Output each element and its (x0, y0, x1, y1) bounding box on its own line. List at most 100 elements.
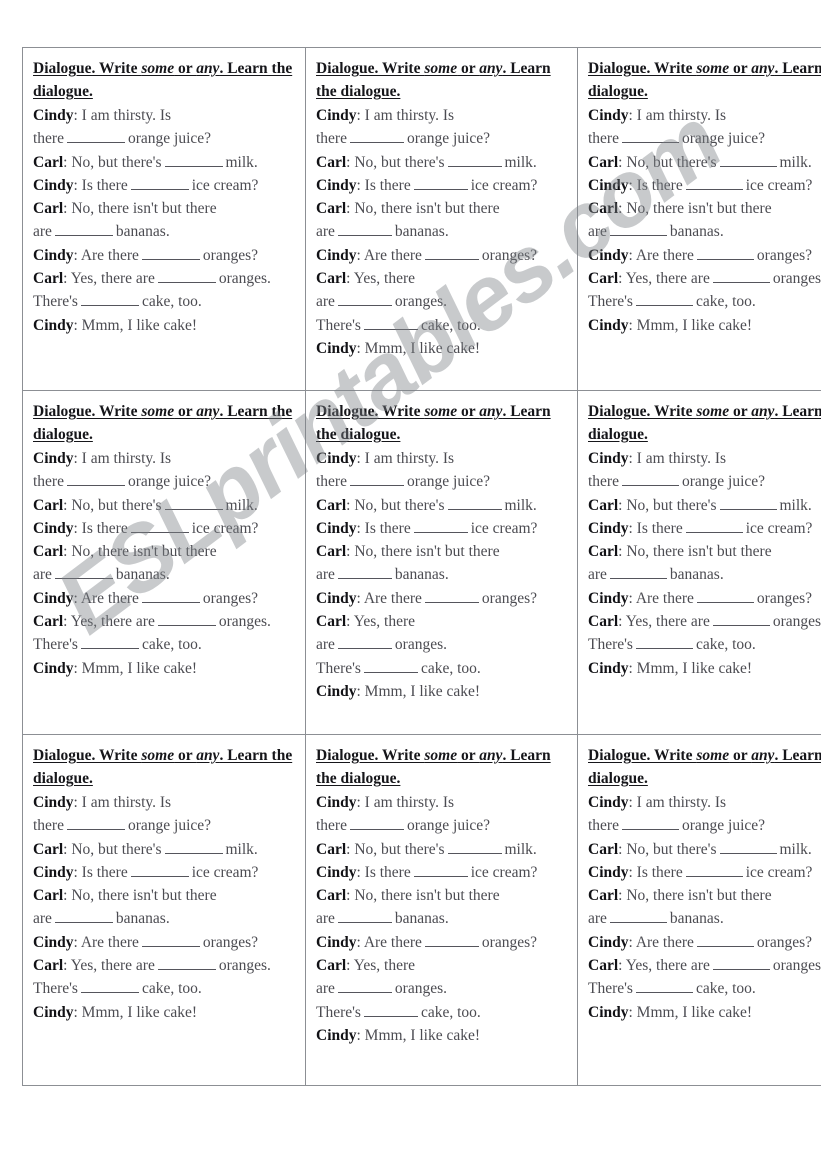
speaker-name: Carl (316, 613, 347, 631)
line-text: : Are there (73, 589, 139, 607)
speaker-name: Carl (316, 270, 347, 288)
answer-blank[interactable] (349, 473, 404, 487)
answer-blank[interactable] (621, 473, 679, 487)
line-text: : Yes, there are (618, 957, 710, 975)
answer-blank[interactable] (609, 223, 667, 237)
answer-blank[interactable] (621, 130, 679, 144)
answer-blank[interactable] (130, 176, 189, 190)
answer-blank[interactable] (447, 840, 502, 854)
line-text: bananas. (394, 566, 449, 584)
dialogue-line: There's cake, too. (316, 1001, 567, 1024)
answer-blank[interactable] (54, 910, 113, 924)
answer-blank[interactable] (635, 636, 693, 650)
answer-blank[interactable] (164, 153, 223, 167)
answer-blank[interactable] (424, 589, 479, 603)
answer-blank[interactable] (447, 496, 502, 510)
speaker-name: Cindy (33, 659, 74, 677)
answer-blank[interactable] (424, 246, 479, 260)
heading-part-2: or (729, 747, 752, 764)
answer-blank[interactable] (609, 910, 667, 924)
line-text: : No, there isn't but there (346, 200, 500, 218)
line-text: oranges? (202, 246, 259, 264)
line-text: : Are there (628, 589, 694, 607)
line-text: There's (33, 980, 78, 998)
answer-blank[interactable] (80, 293, 139, 307)
answer-blank[interactable] (719, 153, 777, 167)
answer-blank[interactable] (66, 130, 125, 144)
dialogue-line: are bananas. (316, 563, 567, 586)
answer-blank[interactable] (141, 589, 200, 603)
line-text: There's (316, 1003, 361, 1021)
answer-blank[interactable] (141, 933, 200, 947)
answer-blank[interactable] (337, 636, 392, 650)
answer-blank[interactable] (157, 956, 216, 971)
answer-blank[interactable] (337, 980, 392, 994)
speaker-name: Cindy (316, 339, 357, 357)
answer-blank[interactable] (337, 293, 392, 307)
answer-blank[interactable] (712, 956, 770, 971)
line-text: : Is there (356, 519, 411, 537)
line-text: There's (33, 293, 78, 311)
answer-blank[interactable] (609, 566, 667, 580)
line-text: : Are there (73, 933, 139, 951)
speaker-name: Carl (588, 887, 619, 905)
answer-blank[interactable] (424, 933, 479, 947)
answer-blank[interactable] (157, 269, 216, 284)
line-text: ice cream? (470, 863, 538, 881)
answer-blank[interactable] (719, 496, 777, 510)
dialogue-line: Cindy: I am thirsty. Is (588, 447, 821, 470)
dialogue-line: Carl: No, but there's milk. (33, 838, 295, 861)
dialogue-card: Dialogue. Write some or any. Learn the d… (577, 734, 821, 1086)
line-text: ice cream? (191, 176, 259, 194)
line-text: : Yes, there are (63, 613, 155, 631)
answer-blank[interactable] (685, 519, 743, 533)
answer-blank[interactable] (447, 153, 502, 167)
answer-blank[interactable] (696, 589, 754, 603)
answer-blank[interactable] (337, 910, 392, 924)
answer-blank[interactable] (130, 863, 189, 877)
answer-blank[interactable] (337, 223, 392, 237)
speaker-name: Cindy (588, 1003, 629, 1021)
answer-blank[interactable] (413, 176, 468, 190)
answer-blank[interactable] (157, 612, 216, 627)
answer-blank[interactable] (349, 130, 404, 144)
answer-blank[interactable] (337, 566, 392, 580)
speaker-name: Cindy (316, 589, 357, 607)
answer-blank[interactable] (54, 223, 113, 237)
dialogue-line: Cindy: Is there ice cream? (588, 174, 821, 197)
answer-blank[interactable] (635, 980, 693, 994)
answer-blank[interactable] (164, 840, 223, 854)
answer-blank[interactable] (66, 817, 125, 831)
speaker-name: Cindy (33, 450, 74, 467)
answer-blank[interactable] (349, 817, 404, 831)
line-text: cake, too. (420, 316, 481, 334)
answer-blank[interactable] (685, 176, 743, 190)
answer-blank[interactable] (712, 269, 770, 284)
answer-blank[interactable] (141, 246, 200, 260)
answer-blank[interactable] (363, 316, 418, 330)
answer-blank[interactable] (635, 293, 693, 307)
answer-blank[interactable] (363, 659, 418, 673)
answer-blank[interactable] (80, 636, 139, 650)
answer-blank[interactable] (413, 863, 468, 877)
speaker-name: Cindy (316, 682, 357, 700)
answer-blank[interactable] (80, 980, 139, 994)
line-text: : Mmm, I like cake! (628, 1003, 753, 1021)
answer-blank[interactable] (696, 933, 754, 947)
answer-blank[interactable] (696, 246, 754, 260)
heading-part-2: or (729, 403, 752, 420)
line-text: : Yes, there (346, 613, 416, 631)
dialogue-card: Dialogue. Write some or any. Learn the d… (22, 734, 306, 1086)
answer-blank[interactable] (413, 519, 468, 533)
line-text: : Yes, there are (618, 613, 710, 631)
answer-blank[interactable] (363, 1003, 418, 1017)
line-text: are (316, 223, 335, 241)
answer-blank[interactable] (164, 496, 223, 510)
answer-blank[interactable] (685, 863, 743, 877)
answer-blank[interactable] (66, 473, 125, 487)
answer-blank[interactable] (712, 612, 770, 627)
answer-blank[interactable] (621, 817, 679, 831)
answer-blank[interactable] (54, 566, 113, 580)
answer-blank[interactable] (719, 840, 777, 854)
answer-blank[interactable] (130, 519, 189, 533)
